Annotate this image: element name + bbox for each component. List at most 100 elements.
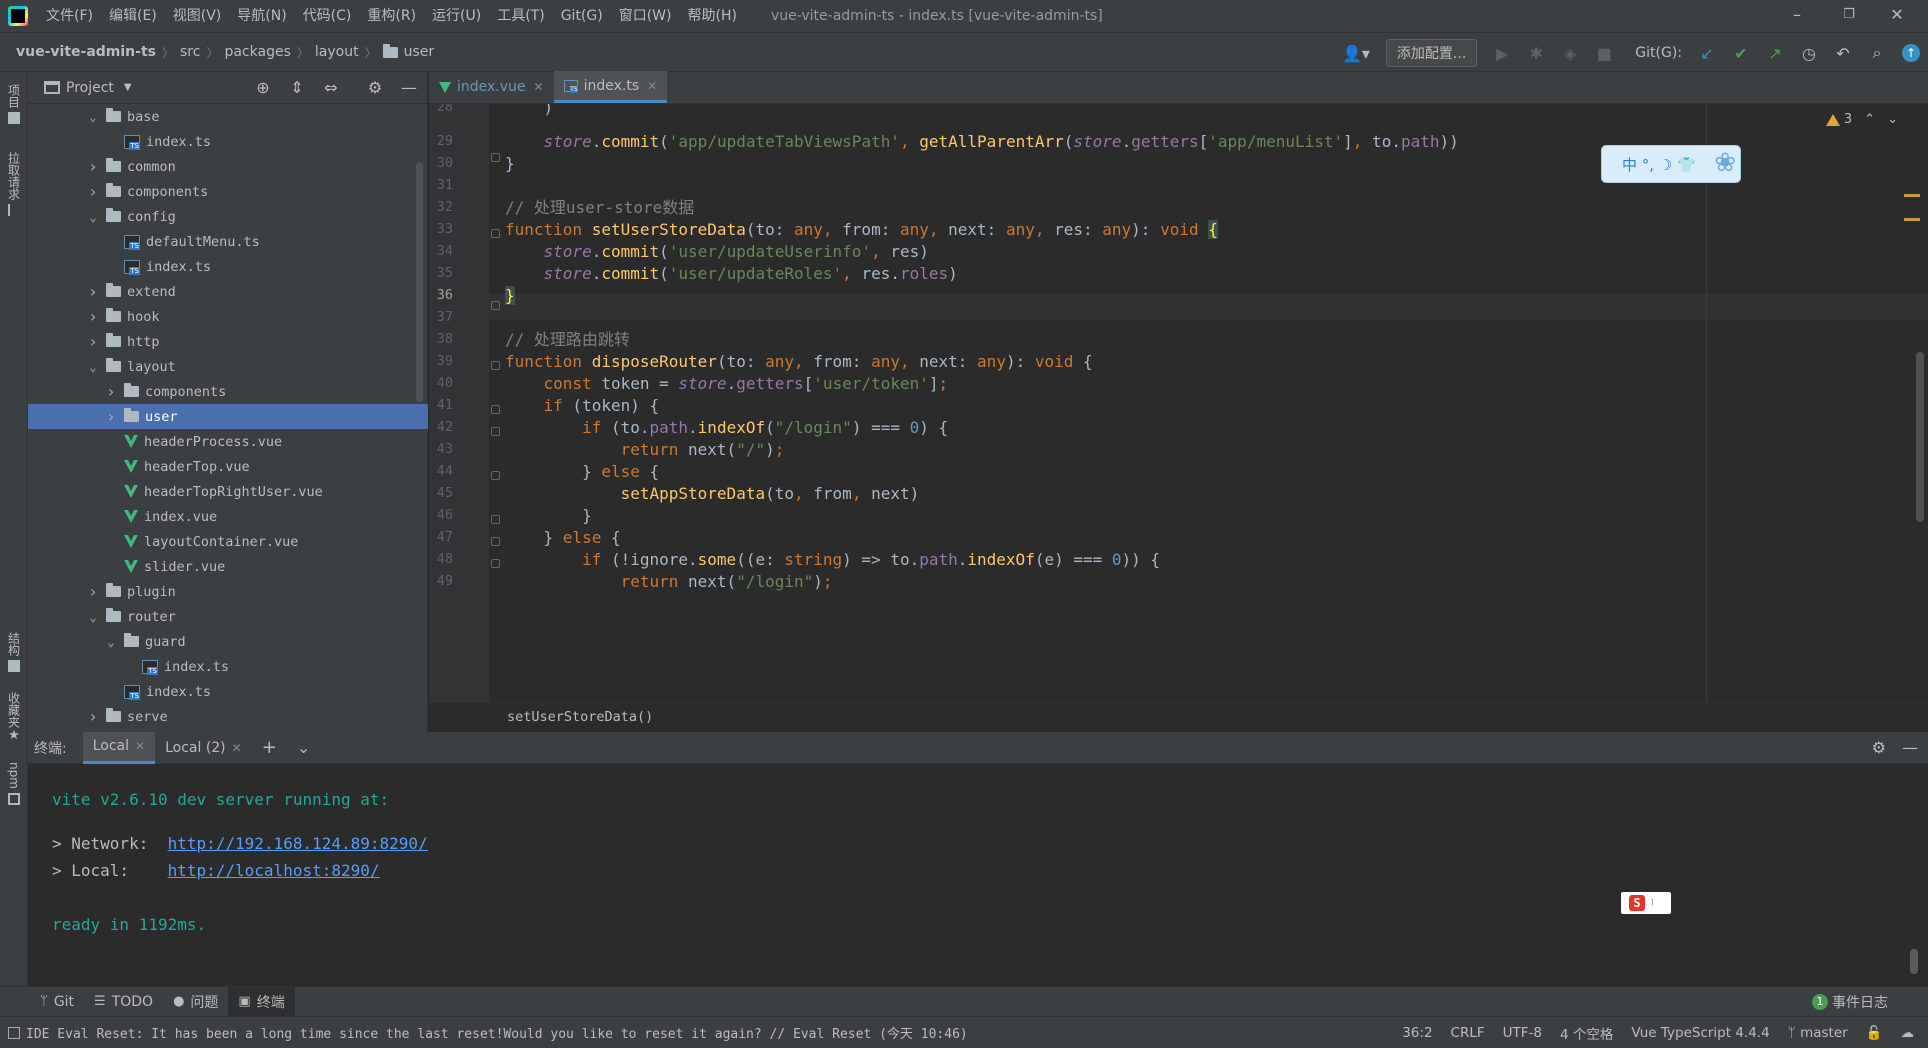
fold-marker-icon[interactable] [491, 515, 500, 524]
tree-item-ts[interactable]: index.ts [28, 654, 428, 679]
git-update-icon[interactable]: ↙ [1690, 33, 1724, 73]
fold-marker-icon[interactable] [491, 229, 500, 238]
tab-index-vue[interactable]: index.vue ✕ [429, 71, 554, 103]
tree-item-ts[interactable]: index.ts [28, 254, 428, 279]
menu-item[interactable]: 重构(R) [359, 0, 424, 32]
hide-panel-icon[interactable]: — [398, 78, 420, 98]
breadcrumb-project[interactable]: vue-vite-admin-ts [16, 44, 156, 60]
tree-item-ts[interactable]: index.ts [28, 129, 428, 154]
collapse-all-icon[interactable]: ⇔ [320, 78, 342, 98]
editor-scrollbar[interactable] [1916, 352, 1924, 522]
line-separator[interactable]: CRLF [1451, 1025, 1485, 1041]
tree-item-ts[interactable]: defaultMenu.ts [28, 229, 428, 254]
chevron-right-icon[interactable]: › [86, 182, 100, 201]
close-icon[interactable]: ✕ [135, 739, 145, 753]
fold-marker-icon[interactable] [491, 537, 500, 546]
fold-marker-icon[interactable] [491, 301, 500, 310]
coverage-icon[interactable]: ◈ [1553, 33, 1587, 73]
lock-icon[interactable]: 🔓 [1866, 1025, 1883, 1041]
tree-item-vue[interactable]: layoutContainer.vue [28, 529, 428, 554]
code-editor[interactable]: 28 29 30 31 32 33 34 35 36 37 38 39 40 41 42 43 44 45 46 47… [429, 104, 1928, 702]
inspection-widget[interactable]: 3 ⌃ ⌄ [1825, 112, 1898, 127]
language-service[interactable]: Vue TypeScript 4.4.4 [1631, 1025, 1769, 1041]
update-icon[interactable]: ↑ [1894, 33, 1928, 73]
menu-item[interactable]: 工具(T) [489, 0, 552, 32]
add-configuration-button[interactable]: 添加配置... [1385, 39, 1478, 67]
tree-item-folder[interactable]: ⌄ layout [28, 354, 428, 379]
project-tree-scrollbar[interactable] [416, 162, 423, 402]
gear-icon[interactable]: ⚙ [364, 78, 386, 98]
git-commit-icon[interactable]: ✔ [1724, 33, 1758, 73]
tree-item-folder[interactable]: › components [28, 179, 428, 204]
bottom-tab[interactable]: ᛘ Git [30, 987, 84, 1017]
menu-item[interactable]: 运行(U) [424, 0, 489, 32]
fold-marker-icon[interactable] [491, 427, 500, 436]
terminal-dropdown-button[interactable]: ⌄ [287, 732, 320, 764]
warning-marker[interactable] [1904, 218, 1920, 221]
chevron-down-icon[interactable]: ⌄ [86, 210, 100, 224]
fold-marker-icon[interactable] [491, 361, 500, 370]
minimize-button[interactable]: – [1774, 0, 1820, 32]
breadcrumb-src[interactable]: src [180, 44, 200, 60]
terminal-tab-local[interactable]: Local ✕ [82, 731, 156, 764]
npm-tool-tab[interactable]: npm [4, 762, 24, 805]
search-icon[interactable]: ⌕ [1860, 33, 1894, 73]
chevron-down-icon[interactable]: ⌄ [86, 360, 100, 374]
editor-breadcrumb[interactable]: setUserStoreData() [429, 702, 1928, 732]
menu-item[interactable]: 编辑(E) [101, 0, 165, 32]
breadcrumb-packages[interactable]: packages [224, 44, 290, 60]
status-toggle-icon[interactable] [8, 1026, 20, 1039]
chevron-right-icon[interactable]: › [86, 282, 100, 301]
chevron-up-icon[interactable]: ⌃ [1864, 112, 1875, 127]
tree-item-folder[interactable]: › components [28, 379, 428, 404]
bottom-tab[interactable]: ▣ 终端 [228, 986, 295, 1017]
ime-toolbar[interactable]: 中 °, ☽ 👕 ❀ [1601, 145, 1741, 183]
tree-item-folder[interactable]: › http [28, 329, 428, 354]
restore-button[interactable]: ❐ [1826, 0, 1872, 32]
git-rollback-icon[interactable]: ↶ [1826, 33, 1860, 73]
caret-position[interactable]: 36:2 [1402, 1025, 1432, 1041]
run-icon[interactable]: ▶ [1485, 33, 1519, 73]
menu-item[interactable]: 代码(C) [295, 0, 360, 32]
menu-item[interactable]: 视图(V) [165, 0, 230, 32]
fold-marker-icon[interactable] [491, 559, 500, 568]
fold-marker-icon[interactable] [491, 405, 500, 414]
chevron-right-icon[interactable]: › [86, 582, 100, 601]
breadcrumb-layout[interactable]: layout [315, 44, 359, 60]
tree-item-vue[interactable]: headerTop.vue [28, 454, 428, 479]
git-branch[interactable]: ᛘ master [1788, 1025, 1848, 1041]
tree-item-folder[interactable]: › user [28, 404, 428, 429]
notifications-icon[interactable]: ☁ [1901, 1025, 1915, 1041]
menu-item[interactable]: Git(G) [553, 0, 611, 32]
fold-marker-icon[interactable] [491, 471, 500, 480]
close-icon[interactable]: ✕ [647, 79, 657, 93]
project-view-selector[interactable]: Project [66, 80, 114, 96]
project-tool-tab[interactable]: 项目 [4, 84, 24, 124]
local-url-link[interactable]: http://localhost:8290/ [168, 861, 380, 880]
bottom-tab[interactable]: ● 问题 [163, 987, 228, 1017]
tree-item-folder[interactable]: › hook [28, 304, 428, 329]
chevron-down-icon[interactable]: ⌄ [1887, 112, 1898, 127]
status-message[interactable]: IDE Eval Reset: It has been a long time … [26, 1023, 968, 1042]
tree-item-ts[interactable]: index.ts [28, 679, 428, 704]
menu-item[interactable]: 窗口(W) [611, 0, 680, 32]
debug-icon[interactable]: ✱ [1519, 33, 1553, 73]
tree-item-vue[interactable]: slider.vue [28, 554, 428, 579]
tree-item-folder[interactable]: › extend [28, 279, 428, 304]
chevron-down-icon[interactable]: ⌄ [86, 110, 100, 124]
menu-item[interactable]: 导航(N) [229, 0, 294, 32]
network-url-link[interactable]: http://192.168.124.89:8290/ [168, 834, 428, 853]
sogou-ime-indicator[interactable]: S ⁝ [1621, 892, 1671, 914]
user-account-icon[interactable]: 👤▾ [1334, 33, 1378, 73]
tree-item-vue[interactable]: headerProcess.vue [28, 429, 428, 454]
chevron-right-icon[interactable]: › [86, 332, 100, 351]
chevron-right-icon[interactable]: › [86, 707, 100, 726]
tree-item-vue[interactable]: index.vue [28, 504, 428, 529]
chevron-down-icon[interactable]: ▼ [124, 82, 132, 93]
event-log-button[interactable]: 1 事件日志 [1812, 987, 1888, 1017]
chevron-down-icon[interactable]: ⌄ [104, 635, 118, 649]
tree-item-folder[interactable]: ⌄ config [28, 204, 428, 229]
indent-setting[interactable]: 4 个空格 [1560, 1023, 1613, 1043]
file-encoding[interactable]: UTF-8 [1503, 1025, 1542, 1041]
breadcrumb-user[interactable]: user [382, 43, 434, 60]
